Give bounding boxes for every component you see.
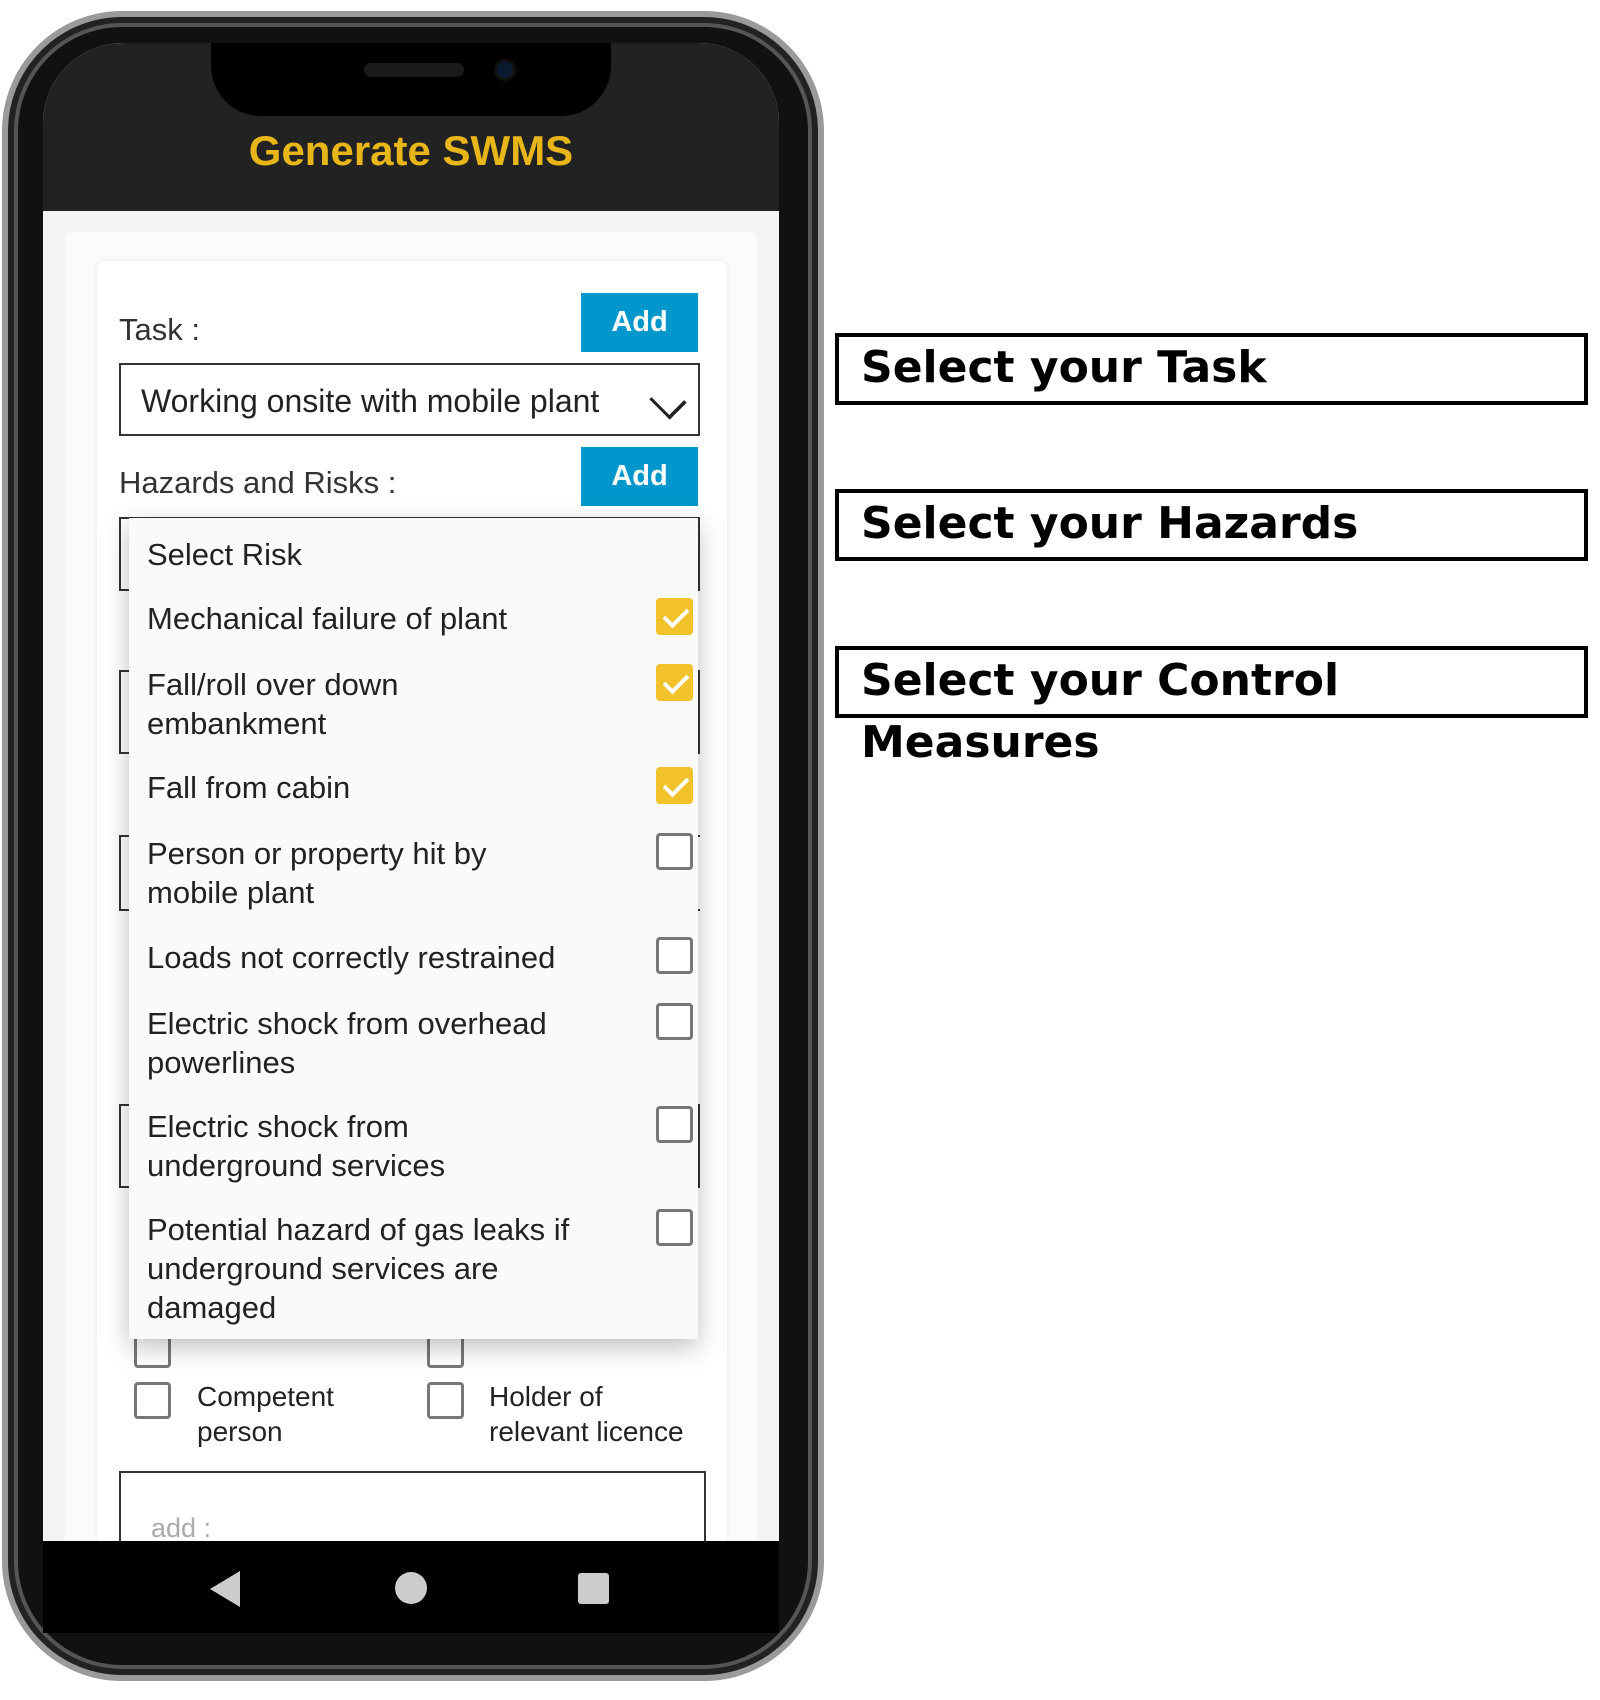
recent-apps-icon[interactable] [578,1573,609,1604]
task-select-value: Working onsite with mobile plant [141,383,600,419]
home-icon[interactable] [395,1572,427,1604]
risk-checkbox[interactable] [656,937,693,974]
camera-icon [494,59,516,81]
risk-option[interactable]: Fall from cabin [147,768,617,807]
holder-licence-label: Holder of relevant licence [489,1381,684,1447]
risk-option[interactable]: Electric shock from overhead powerlines [147,1004,607,1082]
risk-checkbox[interactable] [656,664,693,701]
annotation-hazards: Select your Hazards [835,489,1588,561]
back-icon[interactable] [210,1571,240,1607]
risk-checkbox[interactable] [656,767,693,804]
risk-checkbox[interactable] [656,833,693,870]
chevron-down-icon [649,382,687,420]
risk-checkbox[interactable] [656,598,693,635]
risk-option[interactable]: Person or property hit by mobile plant [147,834,547,912]
competent-person-label: Competent person [197,1381,334,1447]
dropdown-title: Select Risk [147,537,303,572]
risk-option[interactable]: Potential hazard of gas leaks if undergr… [147,1210,587,1327]
phone-screen: Generate SWMS Task : Add Working onsite … [43,43,779,1633]
android-nav-bar [43,1541,779,1633]
app-header: Generate SWMS [43,43,779,211]
annotation-task: Select your Task [835,333,1588,405]
content: Task : Add Working onsite with mobile pl… [43,211,779,1633]
checkbox-competent-person[interactable] [134,1382,171,1419]
risk-option[interactable]: Electric shock from underground services [147,1107,507,1185]
add-placeholder: add : [151,1513,212,1543]
risk-option[interactable]: Fall/roll over down embankment [147,665,467,743]
task-label: Task : [119,312,200,347]
checkbox-holder-licence[interactable] [427,1382,464,1419]
risk-checkbox[interactable] [656,1209,693,1246]
add-hazard-button[interactable]: Add [581,447,698,506]
risk-option[interactable]: Mechanical failure of plant [147,599,617,638]
speaker [364,63,464,77]
annotation-control-measures: Select your Control Measures [835,646,1588,768]
page-title: Generate SWMS [248,127,574,174]
notch [211,43,611,116]
risk-option[interactable]: Loads not correctly restrained [147,938,617,977]
hazards-label: Hazards and Risks : [119,465,397,500]
add-task-button[interactable]: Add [581,293,698,352]
task-select[interactable]: Working onsite with mobile plant [119,363,700,436]
risk-checkbox[interactable] [656,1106,693,1143]
risk-dropdown: Select Risk Mechanical failure of plant … [129,518,698,1339]
risk-checkbox[interactable] [656,1003,693,1040]
